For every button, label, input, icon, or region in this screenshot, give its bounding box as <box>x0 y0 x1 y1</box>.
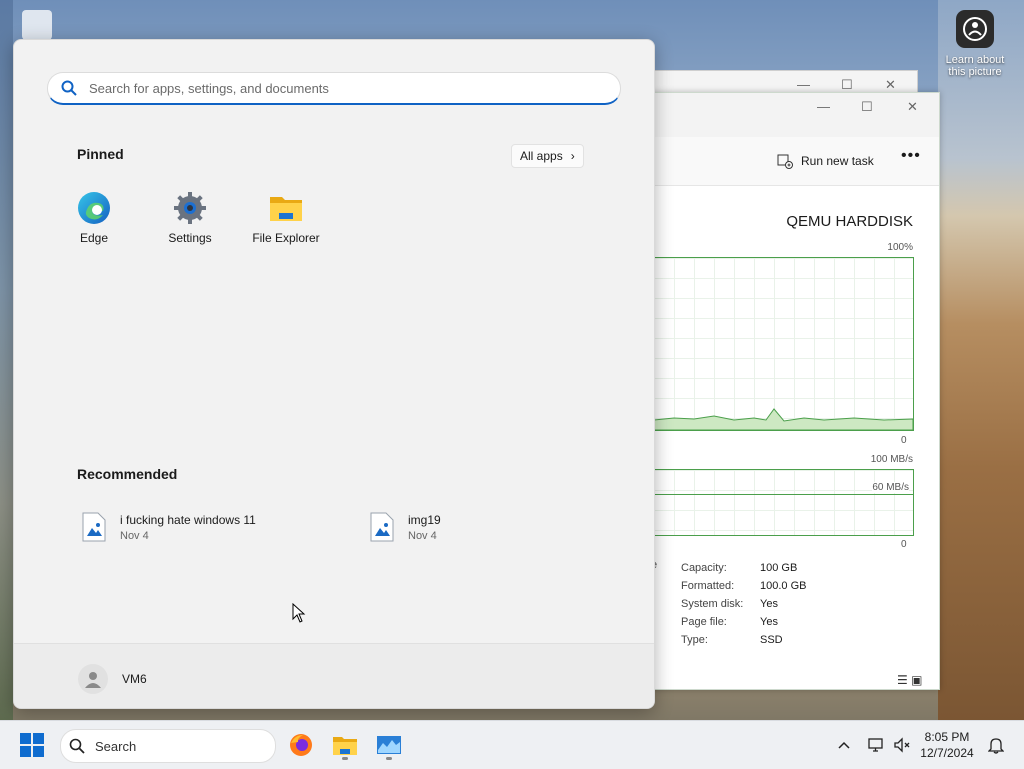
chevron-right-icon: › <box>570 149 575 163</box>
task-manager-titlebar: — ☐ ✕ <box>651 93 939 137</box>
task-manager-icon <box>377 736 401 754</box>
minimize-icon[interactable]: — <box>797 77 810 92</box>
running-indicator <box>386 757 392 760</box>
pinned-app-edge[interactable]: Edge <box>49 190 139 245</box>
user-name: VM6 <box>122 672 147 686</box>
recommended-title: Recommended <box>77 466 178 482</box>
running-indicator <box>342 757 348 760</box>
maximize-icon[interactable]: ☐ <box>861 99 873 115</box>
folder-icon <box>241 190 331 226</box>
property-row: Type: SSD <box>681 634 783 646</box>
image-file-icon <box>82 512 106 542</box>
start-search-box[interactable] <box>47 72 621 105</box>
recommended-item[interactable]: img19 Nov 4 <box>370 512 441 544</box>
activity-min-label: 0 <box>901 435 907 446</box>
start-button[interactable] <box>14 727 50 763</box>
gear-icon <box>145 190 235 226</box>
search-icon <box>69 738 85 754</box>
recommended-item-date: Nov 4 <box>120 530 149 542</box>
all-apps-button[interactable]: All apps › <box>511 144 584 168</box>
firefox-icon <box>290 734 312 756</box>
mouse-cursor-icon <box>292 603 306 623</box>
pinned-title: Pinned <box>77 146 124 162</box>
close-icon[interactable]: ✕ <box>907 99 918 115</box>
windows-logo-icon <box>20 733 44 757</box>
disk-activity-graph <box>653 257 914 431</box>
transfer-max-label: 100 MB/s <box>870 454 913 465</box>
camera-icon <box>956 10 994 48</box>
pinned-app-label: Edge <box>79 231 109 245</box>
disk-title: QEMU HARDDISK <box>786 213 913 230</box>
clock-date: 12/7/2024 <box>920 746 974 760</box>
system-clock[interactable]: 8:05 PM 12/7/2024 <box>912 729 982 761</box>
run-new-task-label: Run new task <box>801 154 874 168</box>
all-apps-label: All apps <box>520 149 563 163</box>
recommended-item-date: Nov 4 <box>408 530 437 542</box>
activity-max-label: 100% <box>887 242 913 253</box>
show-hidden-icons-button[interactable] <box>834 727 854 763</box>
notifications-button[interactable] <box>986 727 1006 763</box>
recommended-item-name: i fucking hate windows 11 <box>120 513 256 527</box>
network-status-button[interactable] <box>866 727 886 763</box>
disk-properties: Capacity: 100 GB Formatted: 100.0 GB Syste… <box>681 559 806 649</box>
volume-status-button[interactable] <box>892 727 912 763</box>
transfer-mid-label: 60 MB/s <box>872 482 909 493</box>
start-menu-footer: VM6 <box>14 643 654 708</box>
pinned-app-file-explorer[interactable]: File Explorer <box>241 190 331 245</box>
chevron-up-icon <box>838 741 850 749</box>
image-file-icon <box>370 512 394 542</box>
search-icon <box>61 80 77 96</box>
recycle-bin-icon[interactable] <box>22 10 52 40</box>
desktop-wallpaper-right <box>938 0 1024 720</box>
task-manager-window: — ☐ ✕ Run new task ••• QEMU HARDDISK 100… <box>650 92 940 690</box>
network-icon <box>868 738 883 752</box>
run-task-icon <box>777 154 793 169</box>
maximize-icon[interactable]: ☐ <box>841 77 853 93</box>
minimize-icon[interactable]: — <box>817 99 830 114</box>
edge-icon <box>49 190 139 226</box>
taskbar-file-explorer[interactable] <box>328 727 362 763</box>
taskbar: Search 8:05 PM 12/7/2024 <box>0 720 1024 769</box>
run-new-task-button[interactable]: Run new task <box>777 153 874 169</box>
learn-picture-label: Learn about this picture <box>945 54 1005 78</box>
speaker-muted-icon <box>894 737 910 753</box>
start-menu: Pinned All apps › Edge Settings File Exp… <box>13 39 655 709</box>
pinned-app-label: Settings <box>168 231 212 245</box>
disk-transfer-graph: 60 MB/s <box>653 469 914 536</box>
recommended-item[interactable]: i fucking hate windows 11 Nov 4 <box>82 512 256 544</box>
clock-time: 8:05 PM <box>924 730 970 744</box>
learn-about-picture-shortcut[interactable]: Learn about this picture <box>940 10 1010 78</box>
property-row: Formatted: 100.0 GB <box>681 580 807 592</box>
folder-icon <box>333 737 357 755</box>
recommended-item-name: img19 <box>408 513 441 527</box>
view-toggle-icon[interactable]: ☰ ▣ <box>897 673 922 687</box>
more-options-icon[interactable]: ••• <box>901 147 921 165</box>
transfer-min-label: 0 <box>901 539 907 550</box>
bell-icon <box>988 738 1004 754</box>
property-row: Capacity: 100 GB <box>681 562 798 574</box>
taskbar-task-manager[interactable] <box>372 727 406 763</box>
desktop-wallpaper-left <box>0 0 13 720</box>
property-row: Page file: Yes <box>681 616 778 628</box>
taskbar-search[interactable]: Search <box>60 729 276 763</box>
pinned-app-label: File Explorer <box>252 231 320 245</box>
taskbar-firefox[interactable] <box>284 727 318 763</box>
property-row: System disk: Yes <box>681 598 778 610</box>
close-icon[interactable]: ✕ <box>885 77 896 93</box>
task-manager-toolbar: Run new task ••• <box>651 137 939 186</box>
pinned-app-settings[interactable]: Settings <box>145 190 235 245</box>
taskbar-search-label: Search <box>95 738 137 754</box>
avatar <box>78 664 108 694</box>
user-account-button[interactable]: VM6 <box>78 664 147 694</box>
start-search-input[interactable] <box>87 79 591 97</box>
